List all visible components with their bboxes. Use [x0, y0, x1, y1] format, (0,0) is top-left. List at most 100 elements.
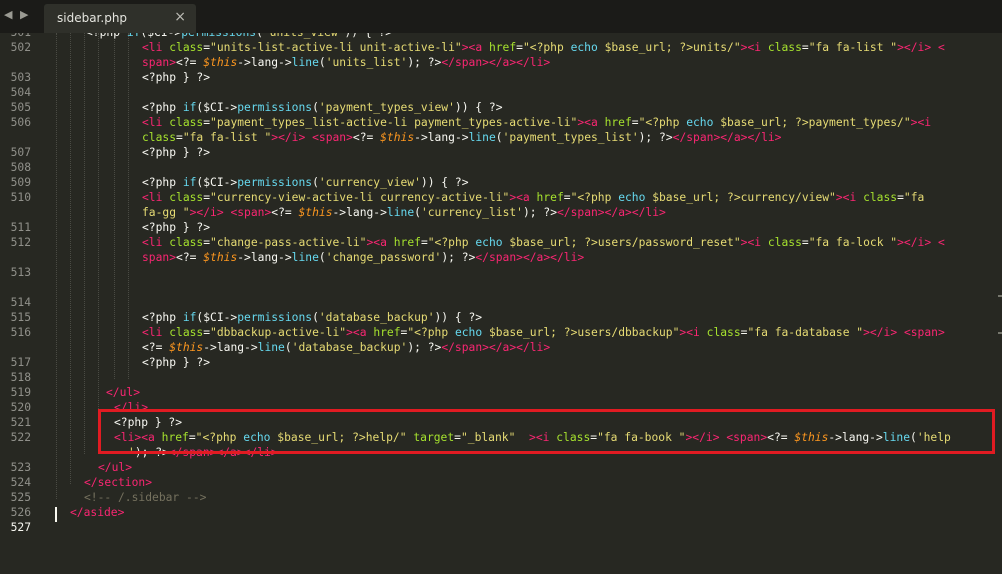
code-token: "_blank"	[460, 431, 516, 444]
code-token: <a	[141, 431, 155, 444]
code-line[interactable]: 512 <li class="change-pass-active-li"><a …	[0, 235, 1002, 250]
code-text: <?php if($CI->permissions('database_back…	[142, 310, 482, 325]
code-token: </span>	[441, 56, 489, 69]
code-line[interactable]: 511 <?php } ?>	[0, 220, 1002, 235]
code-token: permissions	[237, 176, 313, 189]
code-line[interactable]: 526 </aside>	[0, 505, 1002, 520]
code-token: line	[468, 131, 496, 144]
code-line[interactable]: 519 </ul>	[0, 385, 1002, 400]
tab-nav-arrows-icon[interactable]: ◀ ▶	[4, 8, 30, 21]
code-token: "<?php	[570, 191, 619, 204]
code-token: $base_url; ?>units/"	[597, 41, 741, 54]
code-line[interactable]: 514	[0, 295, 1002, 310]
code-line[interactable]: 527	[0, 520, 1002, 535]
code-line[interactable]: 513	[0, 265, 1002, 280]
code-line[interactable]: 524 </section>	[0, 475, 1002, 490]
code-token: class	[863, 191, 898, 204]
code-line[interactable]: fa-gg "></i> <span><?= $this->lang->line…	[0, 205, 1002, 220]
code-token: </a>	[604, 206, 632, 219]
code-token: <?=	[176, 251, 204, 264]
code-token: </span>	[557, 206, 605, 219]
line-number: 516	[10, 326, 31, 339]
code-line[interactable]: 508	[0, 160, 1002, 175]
code-line[interactable]: 501 <?php if($CI->permissions('units_view…	[0, 33, 1002, 40]
tab-sidebar-php[interactable]: sidebar.php ×	[44, 4, 196, 33]
code-line[interactable]: 510 <li class="currency-view-active-li cu…	[0, 190, 1002, 205]
code-line[interactable]: 521 <?php } ?>	[0, 415, 1002, 430]
code-token: <!-- /.sidebar -->	[84, 491, 207, 504]
code-token: ->lang->	[203, 341, 258, 354]
line-number: 502	[10, 41, 31, 54]
code-token: <?php	[86, 33, 127, 39]
code-token: >	[897, 236, 904, 249]
code-line[interactable]: 515 <?php if($CI->permissions('database_b…	[0, 310, 1002, 325]
code-line[interactable]: 525 <!-- /.sidebar -->	[0, 490, 1002, 505]
code-token: (	[256, 33, 263, 39]
code-line[interactable]: 522 <li><a href="<?php echo $base_url; ?>…	[0, 430, 1002, 445]
code-text: <?= $this->lang->line('database_backup')…	[142, 340, 550, 355]
code-line[interactable]: class="fa fa-list "></i> <span><?= $this…	[0, 130, 1002, 145]
code-token: <span>	[312, 131, 353, 144]
code-token: ($CI->	[196, 311, 238, 324]
code-token: $base_url; ?>users/dbbackup"	[482, 326, 680, 339]
code-token: >	[863, 326, 870, 339]
code-token: line	[291, 251, 319, 264]
code-token: $base_url; ?>currency/view"	[645, 191, 836, 204]
code-line[interactable]: '); ?></span></a></li>	[0, 445, 1002, 460]
scrollbar-marker[interactable]	[998, 332, 1002, 334]
code-token: "fa fa-database "	[747, 326, 864, 339]
code-token: </span>	[475, 251, 523, 264]
code-token: =	[188, 431, 196, 444]
code-text: <?php if($CI->permissions('currency_view…	[142, 175, 469, 190]
code-token: <i	[535, 431, 550, 444]
code-line[interactable]: 505 <?php if($CI->permissions('payment_ty…	[0, 100, 1002, 115]
code-token: <li>	[114, 431, 142, 444]
code-line[interactable]: 517 <?php } ?>	[0, 355, 1002, 370]
code-token: )) { ?>	[345, 33, 393, 39]
close-icon[interactable]: ×	[174, 9, 186, 25]
code-line[interactable]: 503 <?php } ?>	[0, 70, 1002, 85]
code-token: (	[284, 341, 292, 354]
line-number: 523	[10, 461, 31, 474]
code-line[interactable]: 502 <li class="units-list-active-li unit-…	[0, 40, 1002, 55]
code-line[interactable]: 504	[0, 85, 1002, 100]
code-token: </a>	[522, 251, 551, 264]
code-line[interactable]: 518	[0, 370, 1002, 385]
code-line[interactable]: span><?= $this->lang->line('change_passw…	[0, 250, 1002, 265]
code-token: =	[801, 236, 809, 249]
code-token: "fa fa-book "	[597, 431, 686, 444]
code-token: (	[318, 251, 326, 264]
code-line[interactable]: 516 <li class="dbbackup-active-li"><a hre…	[0, 325, 1002, 340]
code-text: fa-gg "></i> <span><?= $this->lang->line…	[142, 205, 666, 220]
code-line[interactable]: 509 <?php if($CI->permissions('currency_v…	[0, 175, 1002, 190]
code-token: <a	[352, 326, 367, 339]
code-token: "fa fa-list "	[182, 131, 272, 144]
code-editor[interactable]: 501<?php if($CI->permissions('units_view…	[0, 33, 1002, 574]
scrollbar-marker[interactable]	[998, 295, 1002, 297]
code-text: </li>	[114, 400, 148, 415]
code-token: 'payment_types_view'	[318, 101, 455, 114]
code-line[interactable]	[0, 280, 1002, 295]
code-line[interactable]: 507 <?php } ?>	[0, 145, 1002, 160]
code-token: <?php } ?>	[114, 416, 183, 429]
code-text: <?php if($CI->permissions('units_view'))…	[86, 33, 392, 40]
code-token: fa-gg "	[142, 206, 190, 219]
code-token: 'help	[916, 431, 951, 444]
code-token: 'payment_types_list'	[502, 131, 639, 144]
code-token: permissions	[181, 33, 256, 39]
code-line[interactable]: 520 </li>	[0, 400, 1002, 415]
code-token: </span>	[672, 131, 721, 144]
code-line[interactable]: 506 <li class = "payment_types_list-active-…	[0, 115, 1002, 130]
code-token: >	[529, 431, 536, 444]
code-token: )) { ?>	[434, 311, 483, 324]
code-token: class	[169, 236, 204, 249]
code-token: span>	[142, 251, 177, 264]
code-line[interactable]: 523 </ul>	[0, 460, 1002, 475]
code-line[interactable]: span><?= $this->lang->line('units_list')…	[0, 55, 1002, 70]
code-token: "payment_types_list-active-li payment_ty…	[210, 116, 578, 129]
code-line[interactable]: <?= $this->lang->line('database_backup')…	[0, 340, 1002, 355]
code-token: class	[767, 236, 802, 249]
